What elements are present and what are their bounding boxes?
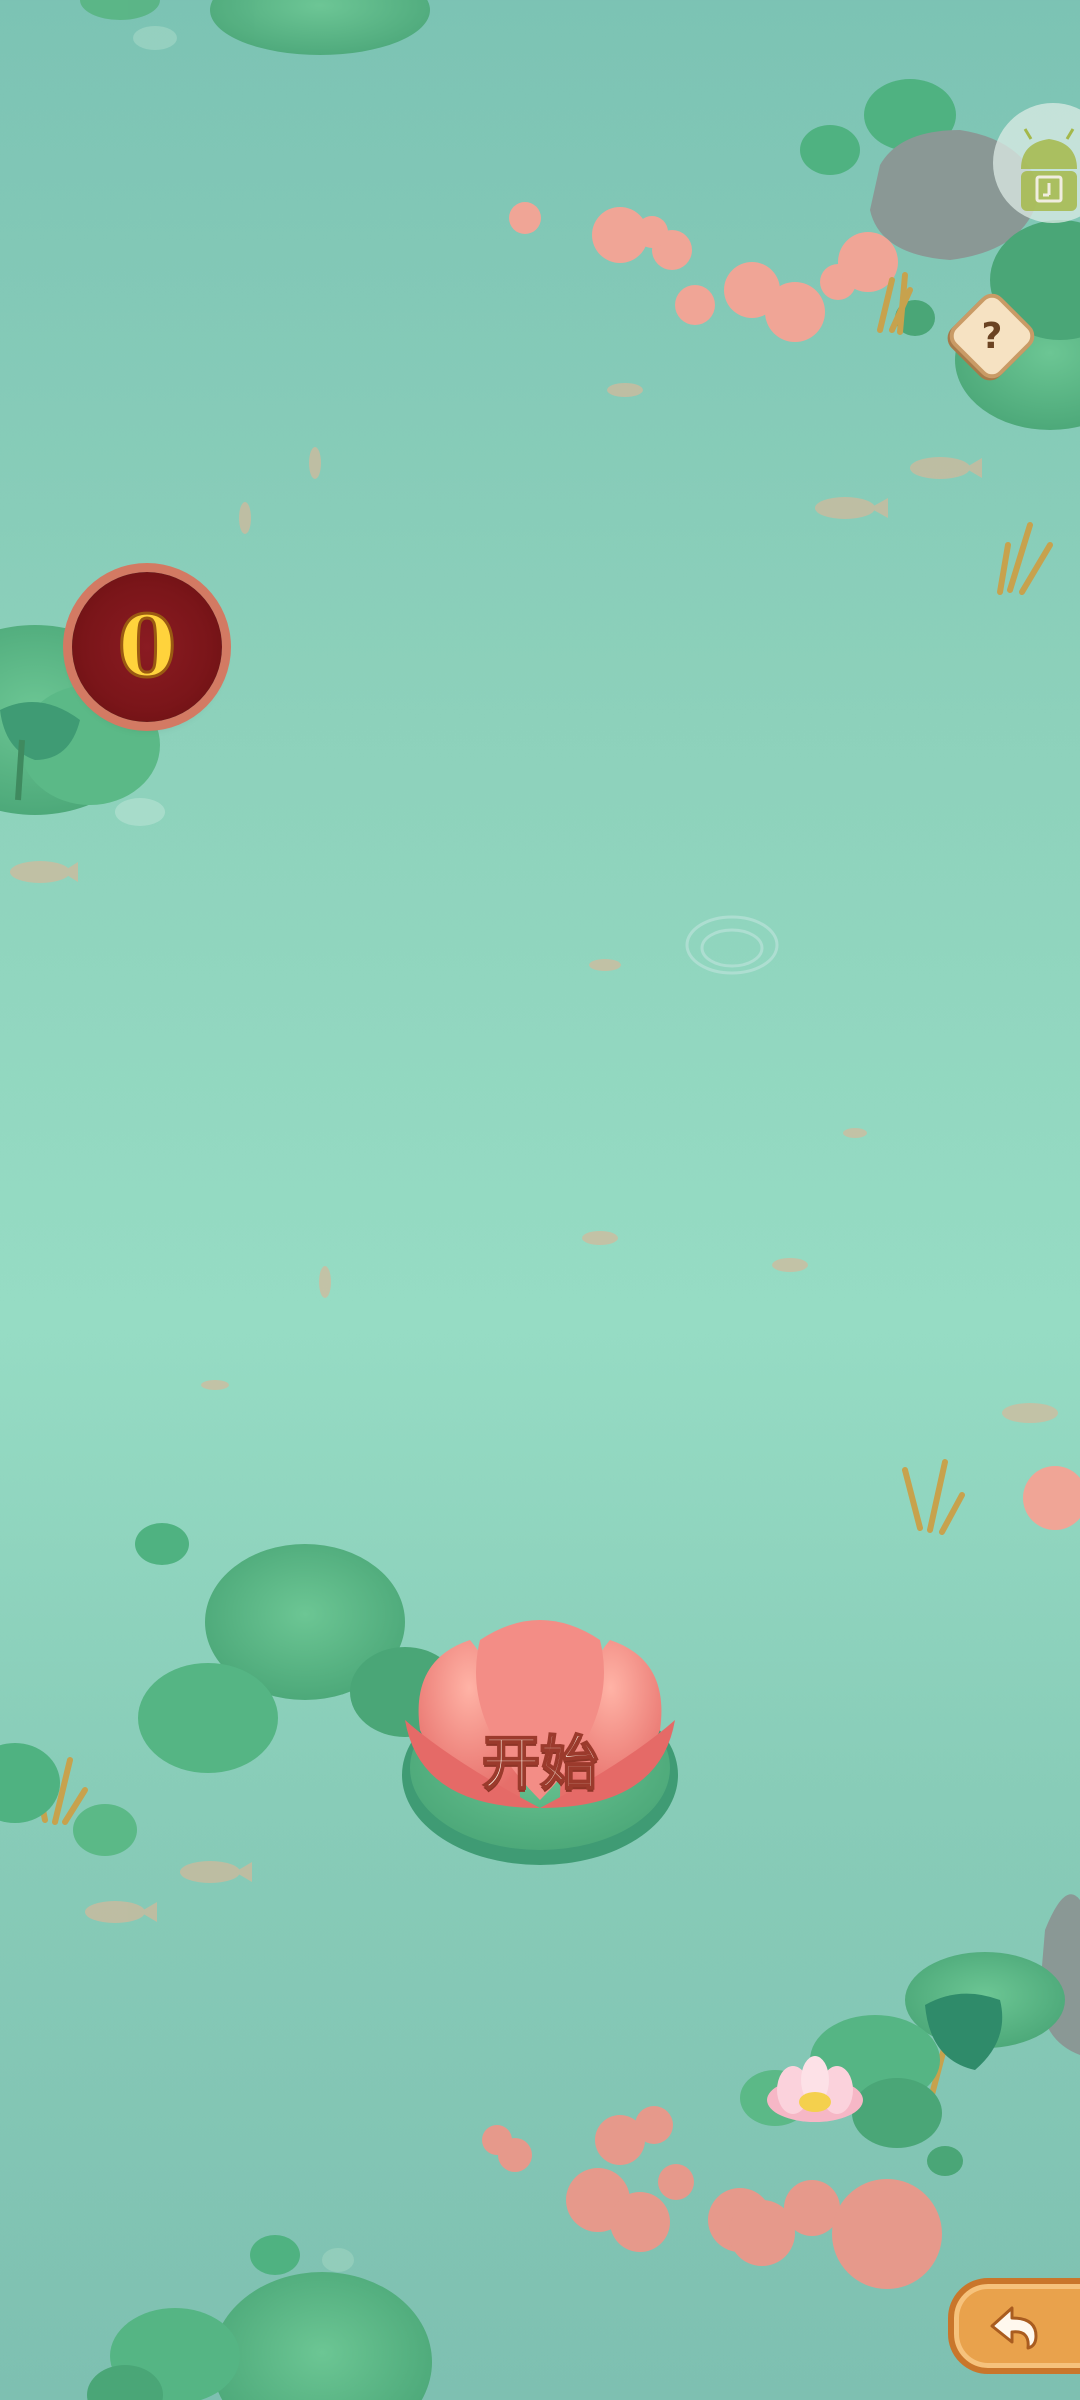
water-ripple [685,915,779,975]
start-button[interactable]: 开始 [398,1610,682,1870]
score-badge: 0 [72,572,222,722]
lily-pad-cluster-lower-left [0,1523,460,1856]
back-button[interactable] [948,2278,1080,2374]
score-value: 0 [116,597,177,696]
lily-pad-cluster-bottom-right [740,1894,1080,2176]
back-arrow-icon [990,2306,1038,2350]
start-label: 开始 [481,1728,599,1798]
pond-background [0,0,1080,2400]
koi-right [1023,1466,1080,1530]
lily-pad-cluster-bottom [87,2235,432,2400]
lily-pad-cluster-top-left [80,0,430,55]
koi-school-top [509,202,898,342]
question-mark-icon: ? [981,315,1003,357]
